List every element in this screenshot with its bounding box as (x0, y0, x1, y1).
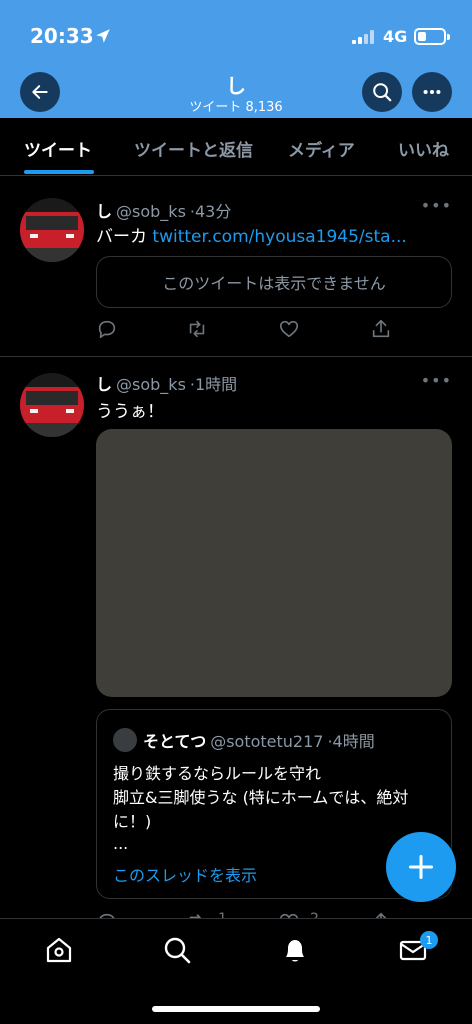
quoted-timestamp: ·4時間 (327, 732, 375, 751)
tweet-2[interactable]: し @sob_ks ·1時間 ••• ううぁ！ そとてつ @sototetu217·4… (0, 357, 472, 927)
show-thread-link[interactable]: このスレッドを表示 (113, 862, 257, 886)
tweet-actions (96, 318, 396, 342)
timestamp: ·43分 (189, 202, 232, 221)
tweet-text: バーカ twitter.com/hyousa1945/sta... (96, 222, 407, 247)
quoted-text-line: 脚立&三脚使うな (特にホームでは、絶対 (113, 788, 409, 807)
unavailable-notice: このツイートは表示できません (162, 274, 386, 293)
like-icon[interactable] (278, 318, 300, 340)
tweet-media-image[interactable] (96, 429, 452, 697)
home-indicator[interactable] (152, 1006, 320, 1012)
tweet-link[interactable]: twitter.com/hyousa1945/sta... (152, 227, 406, 247)
header-search-button[interactable] (362, 72, 402, 112)
retweet-icon[interactable] (186, 318, 208, 340)
tweet-body: バーカ (96, 227, 147, 247)
tweet-more-icon[interactable]: ••• (421, 371, 452, 390)
quoted-text-line: ... (113, 834, 129, 853)
active-tab-indicator (24, 170, 94, 174)
status-time: 20:33 (30, 24, 94, 48)
tweet-1[interactable]: し @sob_ks ·43分 ••• バーカ twitter.com/hyousa1… (0, 176, 472, 356)
train-avatar-image (20, 373, 84, 437)
compose-tweet-button[interactable] (386, 832, 456, 902)
quoted-text-line: に！) (113, 812, 152, 831)
tab-media[interactable]: メディア (288, 136, 355, 161)
share-icon[interactable] (370, 318, 392, 340)
quoted-header: そとてつ @sototetu217·4時間 (143, 728, 375, 752)
search-icon[interactable] (162, 935, 192, 965)
avatar[interactable] (20, 373, 84, 437)
reply-icon[interactable] (96, 318, 118, 340)
profile-tabs: ツイート ツイートと返信 メディア いいね (0, 118, 472, 176)
more-dots-icon (423, 89, 441, 95)
network-type: 4G (383, 27, 408, 46)
tweet-header: し @sob_ks ·43分 (96, 198, 231, 222)
tweet-more-icon[interactable]: ••• (421, 196, 452, 215)
quoted-display-name: そとてつ (143, 732, 207, 751)
search-icon (373, 83, 392, 102)
signal-icon (352, 30, 374, 44)
notifications-icon[interactable] (280, 935, 310, 965)
plus-icon (408, 854, 434, 880)
display-name[interactable]: し (96, 202, 112, 221)
messages-badge: 1 (420, 931, 438, 949)
tweet-header: し @sob_ks ·1時間 (96, 371, 237, 395)
quoted-handle: @sototetu217 (210, 732, 324, 751)
tweet-body: ううぁ！ (96, 402, 164, 422)
handle[interactable]: @sob_ks (116, 202, 186, 221)
location-arrow-icon (96, 29, 110, 43)
unavailable-tweet-card: このツイートは表示できません (96, 256, 452, 308)
handle[interactable]: @sob_ks (116, 375, 186, 394)
quoted-avatar (113, 728, 137, 752)
tweet-count: ツイート 8,136 (189, 100, 283, 115)
train-avatar-image (20, 198, 84, 262)
home-icon[interactable] (44, 935, 74, 965)
battery-icon (414, 28, 450, 45)
tab-tweets-and-replies[interactable]: ツイートと返信 (134, 136, 253, 161)
quoted-text-line: 撮り鉄するならルールを守れ (113, 764, 322, 783)
display-name[interactable]: し (96, 375, 112, 394)
status-bar: 20:33 4G (0, 0, 472, 72)
avatar[interactable] (20, 198, 84, 262)
tab-tweets[interactable]: ツイート (24, 136, 92, 161)
timestamp: ·1時間 (189, 375, 238, 394)
tab-likes[interactable]: いいね (398, 136, 449, 161)
header-more-button[interactable] (412, 72, 452, 112)
header-bar: 20:33 4G し ツイート 8,136 (0, 0, 472, 118)
